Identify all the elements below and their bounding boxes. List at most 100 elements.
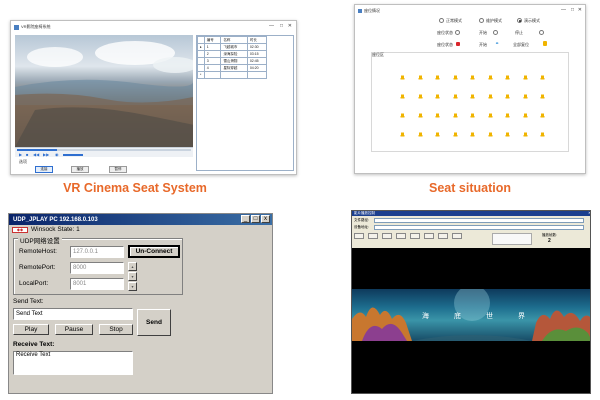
local-port-input[interactable]: 8001 [70, 278, 124, 290]
seat-icon[interactable] [470, 105, 475, 118]
radio-demo-mode[interactable] [517, 18, 522, 23]
grid-header-duration[interactable]: 时长 [246, 36, 268, 44]
seat-icon[interactable] [505, 86, 510, 99]
row-selector[interactable] [197, 64, 205, 72]
spin-button-2[interactable]: ▾ [128, 272, 137, 281]
cell-name[interactable]: 深海探险 [220, 50, 248, 58]
media-button-6[interactable] [424, 233, 434, 239]
seat-icon[interactable] [400, 124, 405, 137]
seat-icon[interactable] [505, 124, 510, 137]
spin-button-1[interactable]: ▴ [128, 262, 137, 271]
table-row[interactable]: 2 深海探险 03:15 [197, 50, 268, 58]
radio-maintenance-mode[interactable] [479, 18, 484, 23]
seat-icon[interactable] [435, 105, 440, 118]
remote-host-input[interactable]: 127.0.0.1 [70, 246, 124, 258]
unconnect-button[interactable]: Un-Connect [128, 245, 180, 258]
media-button-5[interactable] [410, 233, 420, 239]
seat-icon[interactable] [488, 105, 493, 118]
stop-icon[interactable]: ■ [26, 152, 28, 157]
next-icon[interactable]: ▶▶ [43, 152, 49, 157]
seat-icon[interactable] [505, 105, 510, 118]
spin-button-3[interactable]: ▾ [128, 282, 137, 291]
close-button[interactable]: ✕ [578, 7, 582, 13]
table-row[interactable]: ▸ 1 飞越城市 02:30 [197, 43, 268, 51]
seat-icon[interactable] [418, 86, 423, 99]
underwater-video-frame[interactable]: 海 底 世 界 [352, 289, 590, 341]
seat-icon[interactable] [540, 86, 545, 99]
vr-video-view[interactable] [15, 35, 193, 147]
prev-icon[interactable]: ◀◀ [33, 152, 39, 157]
send-button[interactable]: Send [137, 309, 171, 336]
row-selector[interactable] [197, 57, 205, 65]
stop-command-button[interactable]: Stop [99, 324, 133, 335]
seat-icon[interactable] [418, 67, 423, 80]
maximize-button[interactable]: □ [571, 7, 574, 13]
grid-header-name[interactable]: 名称 [220, 36, 248, 44]
media-button-4[interactable] [396, 233, 406, 239]
pause-button[interactable]: 暂停 [109, 166, 127, 173]
minimize-button[interactable]: — [269, 23, 274, 29]
play-icon[interactable]: ▶ [19, 152, 22, 157]
seat-icon[interactable] [523, 105, 528, 118]
play-button[interactable]: 播放 [71, 166, 89, 173]
maximize-button[interactable]: □ [251, 215, 260, 223]
seat-icon[interactable] [435, 67, 440, 80]
row-selector[interactable]: ▸ [197, 43, 205, 51]
cell-empty[interactable] [203, 71, 222, 79]
file-path-input[interactable] [374, 218, 584, 223]
table-row[interactable]: 4 星际穿越 04:20 [197, 64, 268, 72]
seat-icon[interactable] [400, 86, 405, 99]
cell-id[interactable]: 3 [203, 57, 222, 65]
connect-button[interactable]: 连接 [35, 166, 53, 173]
seat-icon[interactable] [488, 86, 493, 99]
cell-id[interactable]: 4 [203, 64, 222, 72]
seat-icon[interactable] [540, 67, 545, 80]
seat-icon[interactable] [418, 124, 423, 137]
cell-id[interactable]: 2 [203, 50, 222, 58]
play-command-button[interactable]: Play [13, 324, 49, 335]
send-text-input[interactable]: Send Text [13, 308, 133, 320]
seat-icon[interactable] [400, 67, 405, 80]
seat-icon[interactable] [453, 105, 458, 118]
cell-id[interactable]: 1 [203, 43, 222, 51]
stop-toggle[interactable] [539, 30, 544, 35]
close-button[interactable]: ✕ [288, 23, 292, 29]
close-button[interactable]: x [261, 215, 270, 223]
cell-name[interactable]: 星际穿越 [220, 64, 248, 72]
seat-icon[interactable] [488, 67, 493, 80]
cell-name[interactable]: 飞越城市 [220, 43, 248, 51]
minimize-button[interactable]: — [561, 7, 566, 13]
pause-command-button[interactable]: Pause [55, 324, 93, 335]
volume-slider[interactable] [63, 154, 83, 156]
receive-text-area[interactable]: Receive Text [13, 351, 133, 375]
table-row[interactable]: 3 雪山滑翔 02:45 [197, 57, 268, 65]
seat-icon[interactable] [453, 86, 458, 99]
row-selector[interactable] [197, 50, 205, 58]
row-selector[interactable]: * [197, 71, 205, 79]
media-button-8[interactable] [452, 233, 462, 239]
seat-icon[interactable] [523, 86, 528, 99]
seat-icon[interactable] [418, 105, 423, 118]
cell-duration[interactable]: 02:30 [246, 43, 268, 51]
cell-empty[interactable] [220, 71, 248, 79]
maximize-button[interactable]: □ [280, 23, 283, 29]
cell-name[interactable]: 雪山滑翔 [220, 57, 248, 65]
seat-icon[interactable] [540, 124, 545, 137]
cell-duration[interactable]: 04:20 [246, 64, 268, 72]
grid-header-id[interactable]: 编号 [203, 36, 222, 44]
seat-icon[interactable] [540, 105, 545, 118]
minimize-button[interactable]: _ [241, 215, 250, 223]
close-button[interactable]: ✕ [588, 211, 590, 215]
seat-icon[interactable] [435, 86, 440, 99]
start-toggle[interactable] [493, 30, 498, 35]
media-button-1[interactable] [354, 233, 364, 239]
seat-icon[interactable] [470, 86, 475, 99]
device-address-input[interactable] [374, 225, 584, 230]
seat-icon[interactable] [470, 67, 475, 80]
seat-icon[interactable] [453, 124, 458, 137]
table-new-row[interactable]: * [197, 71, 268, 79]
seat-icon[interactable] [523, 124, 528, 137]
cell-duration[interactable]: 03:15 [246, 50, 268, 58]
volume-icon[interactable]: ◉ [55, 152, 59, 157]
media-button-2[interactable] [368, 233, 378, 239]
